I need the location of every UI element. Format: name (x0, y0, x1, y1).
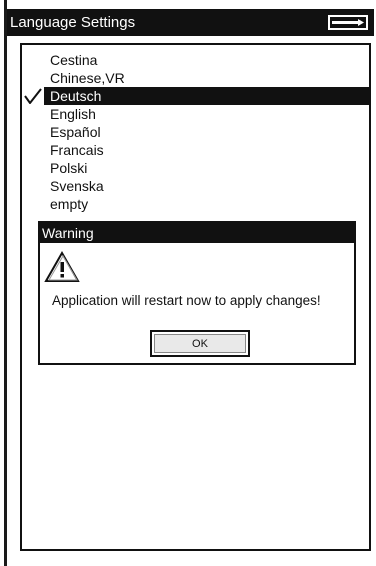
language-label: Francais (50, 142, 104, 158)
language-item[interactable]: Svenska (22, 177, 369, 195)
left-frame-border (4, 0, 7, 566)
dialog-title: Warning (40, 223, 354, 243)
window-title: Language Settings (10, 14, 136, 31)
language-list: Cestina Chinese,VR Deutsch English Españ… (22, 51, 369, 213)
ok-button[interactable]: OK (150, 330, 250, 357)
language-item-selected[interactable]: Deutsch (22, 87, 369, 105)
language-label: Svenska (50, 178, 104, 194)
language-label: Polski (50, 160, 88, 176)
language-item[interactable]: English (22, 105, 369, 123)
battery-arrow-icon (328, 15, 368, 30)
warning-dialog: Warning Application will restart now to … (38, 221, 356, 365)
checkmark-icon (22, 87, 44, 105)
language-item[interactable]: Polski (22, 159, 369, 177)
language-item[interactable]: Español (22, 123, 369, 141)
title-bar: Language Settings (7, 9, 374, 36)
language-item[interactable]: empty (22, 195, 369, 213)
ok-button-label: OK (154, 334, 246, 353)
language-label: Cestina (50, 52, 98, 68)
language-label: Español (50, 124, 101, 140)
language-label: Chinese,VR (50, 70, 125, 86)
warning-icon (44, 250, 80, 289)
language-item[interactable]: Chinese,VR (22, 69, 369, 87)
language-label: empty (50, 196, 89, 212)
language-item[interactable]: Francais (22, 141, 369, 159)
language-label: Deutsch (50, 88, 102, 104)
language-item[interactable]: Cestina (22, 51, 369, 69)
dialog-message: Application will restart now to apply ch… (52, 293, 321, 308)
language-label: English (50, 106, 96, 122)
